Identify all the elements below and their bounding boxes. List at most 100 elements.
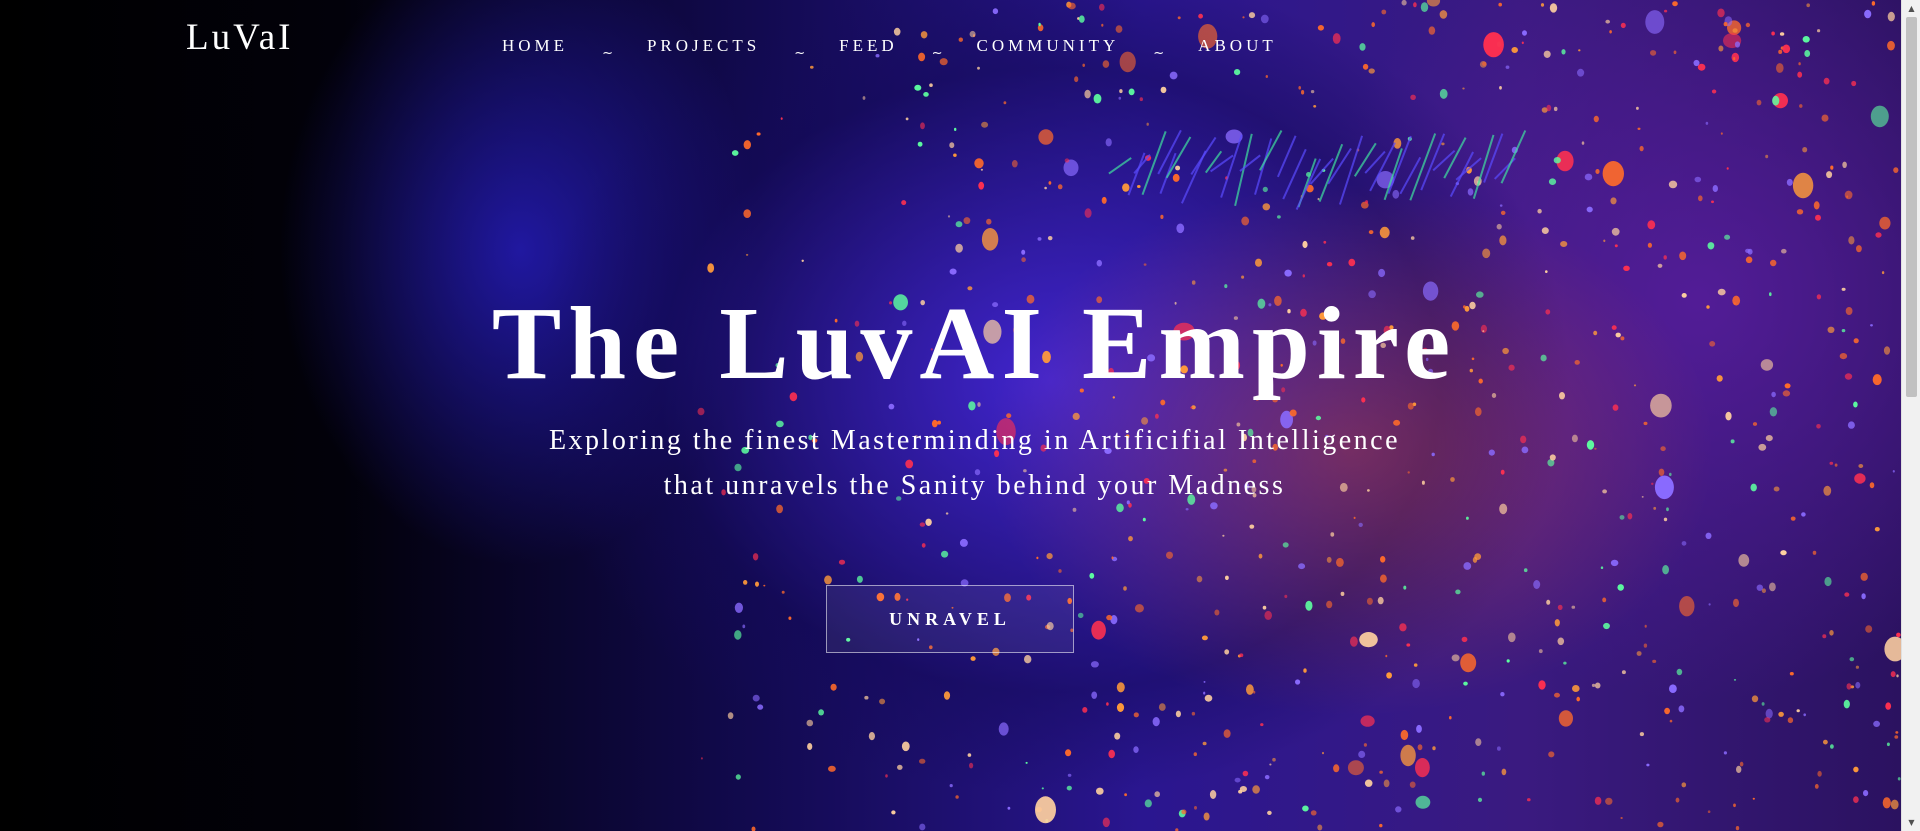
glitter-speck [1225, 575, 1229, 580]
glitter-speck [1481, 771, 1486, 776]
glitter-speck [1310, 810, 1317, 816]
glitter-speck [1614, 244, 1618, 248]
glitter-speck [828, 765, 836, 772]
glitter-speck [1500, 210, 1506, 215]
glitter-speck [1545, 270, 1548, 273]
scroll-up-arrow-icon[interactable]: ▲ [1902, 0, 1920, 17]
glitter-speck [968, 401, 976, 411]
nav-separator: ~ [1153, 45, 1165, 61]
glitter-speck [1089, 572, 1095, 579]
glitter-speck [1499, 204, 1503, 207]
glitter-speck [963, 217, 971, 225]
glitter-speck [1377, 596, 1384, 605]
glitter-speck [1416, 724, 1422, 733]
glitter-speckles [697, 0, 1901, 831]
glitter-speck [1284, 594, 1288, 599]
glitter-speck [967, 753, 972, 757]
glitter-speck [1409, 781, 1416, 788]
glitter-speck [1038, 129, 1054, 145]
scrollbar-thumb[interactable] [1906, 17, 1917, 397]
glitter-speck [1198, 13, 1203, 19]
glitter-speck [1718, 45, 1724, 52]
glitter-speck [1347, 760, 1364, 776]
eyelash-stroke [1165, 136, 1192, 179]
nav-feed[interactable]: FEED [839, 36, 898, 56]
glitter-speck [1323, 240, 1327, 244]
glitter-speck [1644, 624, 1647, 628]
glitter-speck [1194, 806, 1197, 810]
glitter-speck [1400, 729, 1409, 741]
glitter-speck [1269, 763, 1272, 766]
nav-home[interactable]: HOME [502, 36, 568, 56]
glitter-speck [1538, 680, 1546, 690]
glitter-speck [1879, 216, 1891, 230]
glitter-speck [885, 774, 888, 778]
glitter-speck [1093, 93, 1102, 104]
glitter-speck [949, 268, 957, 275]
glitter-speck [1733, 57, 1736, 61]
glitter-speck [1770, 259, 1777, 267]
glitter-speck [1790, 516, 1796, 521]
glitter-speck [1842, 161, 1847, 168]
glitter-speck [1101, 23, 1104, 27]
glitter-speck [1475, 738, 1482, 746]
glitter-speck [1322, 751, 1324, 755]
eyelash-stroke [1318, 143, 1344, 202]
glitter-speck [1561, 49, 1566, 55]
glitter-speck [1639, 145, 1644, 152]
glitter-speck [1204, 694, 1213, 702]
glitter-speck [1262, 203, 1271, 211]
glitter-speck [1571, 605, 1576, 609]
glitter-speck [1082, 63, 1085, 67]
scroll-down-arrow-icon[interactable]: ▼ [1902, 814, 1920, 831]
glitter-speck [1371, 22, 1375, 28]
glitter-speck [1114, 732, 1121, 740]
glitter-speck [1675, 797, 1680, 803]
glitter-speck [1786, 178, 1793, 186]
site-logo[interactable]: LuVaI [186, 16, 293, 59]
glitter-speck [1761, 588, 1766, 593]
glitter-speck [1407, 402, 1414, 410]
glitter-speck [1508, 632, 1516, 643]
glitter-speck [1636, 106, 1639, 110]
glitter-speck [1787, 717, 1794, 724]
glitter-speck [1506, 659, 1510, 663]
glitter-speck [1823, 739, 1828, 745]
glitter-speck [1663, 517, 1668, 522]
glitter-speck [1815, 214, 1821, 221]
glitter-speck [1497, 746, 1501, 751]
glitter-speck [1829, 461, 1834, 465]
glitter-speck [1380, 574, 1387, 583]
glitter-speck [905, 459, 914, 469]
glitter-speck [1830, 165, 1834, 170]
glitter-speck [734, 630, 742, 640]
glitter-speck [1410, 236, 1415, 240]
glitter-speck [862, 96, 866, 100]
glitter-speck [981, 228, 999, 251]
glitter-speck [1246, 684, 1254, 695]
glitter-speck [1848, 236, 1855, 245]
glitter-speck [1627, 513, 1633, 520]
glitter-speck [1116, 703, 1125, 712]
glitter-speck [1796, 709, 1800, 713]
nav-community[interactable]: COMMUNITY [977, 36, 1120, 56]
nav-projects[interactable]: PROJECTS [647, 36, 760, 56]
glitter-speck [1260, 14, 1269, 24]
glitter-speck [1058, 569, 1062, 573]
glitter-speck [977, 66, 980, 70]
glitter-speck [1875, 232, 1882, 238]
glitter-speck [1829, 630, 1834, 636]
glitter-speck [1365, 200, 1369, 204]
glitter-speck [1870, 105, 1889, 128]
glitter-speck [1143, 263, 1147, 266]
glitter-speck [1193, 752, 1198, 757]
glitter-speck [757, 704, 764, 710]
nav-about[interactable]: ABOUT [1198, 36, 1277, 56]
glitter-speck [1886, 742, 1890, 747]
page-scrollbar[interactable]: ▲ ▼ [1901, 0, 1920, 831]
glitter-speck [1554, 692, 1560, 698]
unravel-button[interactable]: UNRAVEL [826, 585, 1074, 653]
glitter-speck [1326, 600, 1333, 609]
glitter-speck [1619, 515, 1625, 520]
glitter-speck [1546, 599, 1551, 605]
